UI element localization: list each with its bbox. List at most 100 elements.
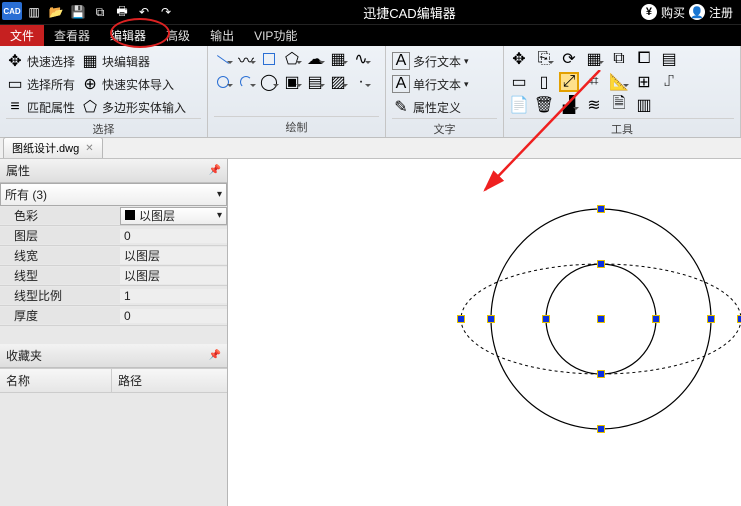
tool-script-icon[interactable]: 📄 — [510, 96, 528, 114]
tool-insert-icon[interactable]: ▦ — [585, 50, 603, 68]
grip-icon[interactable] — [542, 315, 550, 323]
draw-spline-icon[interactable]: ∿ — [352, 50, 370, 68]
grip-icon[interactable] — [597, 315, 605, 323]
tool-delete-icon[interactable]: 🗑 — [535, 96, 553, 114]
draw-rect-icon[interactable] — [260, 50, 278, 68]
draw-polyline-icon[interactable]: 〰 — [237, 50, 255, 68]
group-label-text: 文字 — [392, 118, 497, 137]
close-tab-icon[interactable]: ✕ — [85, 143, 93, 154]
tool-mline-icon[interactable]: ≋ — [585, 96, 603, 114]
tool-rect-icon[interactable]: ▭ — [510, 73, 528, 91]
tool-break-icon[interactable]: ⑀ — [660, 73, 678, 91]
select-all-button[interactable]: ▭选择所有 — [6, 73, 75, 95]
draw-region-icon[interactable]: ▦ — [329, 50, 347, 68]
new-icon[interactable]: ▥ — [24, 2, 44, 22]
menu-advanced[interactable]: 高级 — [156, 25, 200, 46]
prop-ltscale-label: 线型比例 — [0, 287, 120, 304]
save-icon[interactable]: 💾 — [68, 2, 88, 22]
polygon-input-button[interactable]: ⬠多边形实体输入 — [81, 96, 186, 118]
undo-icon[interactable]: ↶ — [134, 2, 154, 22]
menu-file[interactable]: 文件 — [0, 25, 44, 46]
group-label-draw: 绘制 — [214, 116, 379, 135]
block-editor-button[interactable]: ▦块编辑器 — [81, 50, 186, 72]
draw-block-icon[interactable]: ▣ — [283, 73, 301, 91]
grip-icon[interactable] — [457, 315, 465, 323]
tool-groupedit-icon[interactable]: ⧠ — [635, 50, 653, 68]
prop-color-value[interactable]: 以图层 — [120, 207, 227, 225]
grip-icon[interactable] — [737, 315, 741, 323]
menu-vip[interactable]: VIP功能 — [244, 25, 307, 46]
favorites-list — [0, 413, 227, 506]
draw-table-icon[interactable]: ▤ — [306, 73, 324, 91]
document-tab[interactable]: 图纸设计.dwg ✕ — [3, 137, 103, 158]
draw-arc-icon[interactable] — [237, 73, 255, 91]
quick-select-button[interactable]: ✥快速选择 — [6, 50, 75, 72]
tool-mirror-icon[interactable]: ▟ — [560, 96, 578, 114]
draw-polygon-icon[interactable]: ⬠ — [283, 50, 301, 68]
menu-output[interactable]: 输出 — [200, 25, 244, 46]
fav-col-name[interactable]: 名称 — [0, 369, 112, 392]
draw-revcloud-icon[interactable]: ☁ — [306, 50, 324, 68]
draw-line-icon[interactable] — [214, 50, 232, 68]
draw-circle-icon[interactable] — [214, 73, 232, 91]
redo-icon[interactable]: ↷ — [156, 2, 176, 22]
grip-icon[interactable] — [487, 315, 495, 323]
draw-hatch-icon[interactable]: ▨ — [329, 73, 347, 91]
document-tab-label: 图纸设计.dwg — [12, 140, 79, 156]
app-logo: CAD — [2, 2, 22, 20]
fav-col-path[interactable]: 路径 — [112, 369, 148, 392]
grip-icon[interactable] — [597, 370, 605, 378]
menu-editor[interactable]: 编辑器 — [100, 25, 156, 46]
tool-sheet-icon[interactable]: ▥ — [635, 96, 653, 114]
tool-chip-icon[interactable]: ⌗ — [585, 73, 603, 91]
mtext-button[interactable]: A多行文本▾ — [392, 50, 469, 72]
buy-button[interactable]: 购买 — [661, 4, 685, 21]
prop-thick-label: 厚度 — [0, 307, 120, 324]
saveas-icon[interactable]: ⧉ — [90, 2, 110, 22]
tool-group1-icon[interactable]: ⧉ — [610, 50, 628, 68]
tool-move-icon[interactable]: ✥ — [510, 50, 528, 68]
tool-text-icon[interactable]: 🗎 — [610, 96, 628, 114]
register-button[interactable]: 注册 — [709, 4, 733, 21]
draw-point-icon[interactable]: · — [352, 73, 370, 91]
grip-icon[interactable] — [597, 205, 605, 213]
grip-icon[interactable] — [597, 425, 605, 433]
prop-linetype-label: 线型 — [0, 267, 120, 284]
prop-thick-value[interactable]: 0 — [120, 309, 227, 323]
prop-color-label: 色彩 — [0, 207, 120, 224]
tool-frame-icon[interactable]: ▯ — [535, 73, 553, 91]
tool-array-icon[interactable]: ⊞ — [635, 73, 653, 91]
filter-dropdown[interactable]: 所有 (3) — [0, 183, 227, 206]
group-label-select: 选择 — [6, 118, 201, 137]
menu-viewer[interactable]: 查看器 — [44, 25, 100, 46]
prop-linewidth-value[interactable]: 以图层 — [120, 247, 227, 264]
grip-icon[interactable] — [652, 315, 660, 323]
draw-ellipse-icon[interactable]: ◯ — [260, 73, 278, 91]
tool-rotate-icon[interactable]: ⟳ — [560, 50, 578, 68]
properties-header: 属性 — [6, 162, 30, 179]
open-icon[interactable]: 📂 — [46, 2, 66, 22]
favorites-header: 收藏夹 — [6, 347, 42, 364]
prop-layer-value[interactable]: 0 — [120, 229, 227, 243]
tool-scale-icon[interactable]: ⤢ — [560, 73, 578, 91]
prop-linetype-value[interactable]: 以图层 — [120, 267, 227, 284]
user-icon[interactable]: 👤 — [689, 4, 705, 20]
match-props-button[interactable]: ≡匹配属性 — [6, 96, 75, 118]
print-icon[interactable]: 🖶 — [112, 2, 132, 22]
prop-linewidth-label: 线宽 — [0, 247, 120, 264]
import-entity-button[interactable]: ⊕快速实体导入 — [81, 73, 186, 95]
currency-icon[interactable]: ¥ — [641, 4, 657, 20]
attrdef-button[interactable]: ✎属性定义 — [392, 96, 469, 118]
prop-ltscale-value[interactable]: 1 — [120, 289, 227, 303]
tool-measure-icon[interactable]: 📐 — [610, 73, 628, 91]
stext-button[interactable]: A单行文本▾ — [392, 73, 469, 95]
grip-icon[interactable] — [707, 315, 715, 323]
tool-stack-icon[interactable]: ▤ — [660, 50, 678, 68]
tool-copy-icon[interactable]: ⎘ — [535, 50, 553, 68]
app-title: 迅捷CAD编辑器 — [178, 3, 641, 22]
drawing-canvas[interactable] — [228, 159, 741, 506]
prop-layer-label: 图层 — [0, 227, 120, 244]
pin-icon-2[interactable]: 📌 — [209, 350, 221, 361]
grip-icon[interactable] — [597, 260, 605, 268]
pin-icon[interactable]: 📌 — [209, 165, 221, 176]
